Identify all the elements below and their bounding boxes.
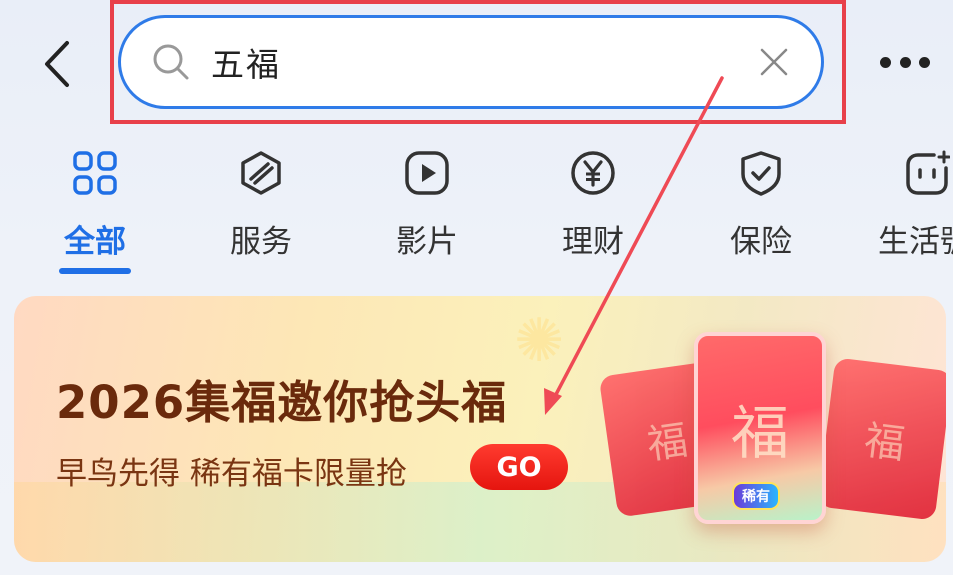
firework-icon: ✺ [514, 306, 565, 376]
tab-label: 影片 [396, 224, 458, 260]
tab-all[interactable]: 全部 [30, 148, 160, 261]
back-button[interactable] [34, 36, 78, 92]
play-icon [402, 148, 452, 198]
annotation-highlight-box [110, 0, 846, 124]
tab-video[interactable]: 影片 [362, 148, 492, 261]
tab-label: 生活號 [878, 224, 953, 260]
shield-check-icon [736, 148, 786, 198]
go-button[interactable]: GO [470, 444, 568, 490]
more-button[interactable] [880, 48, 930, 76]
active-tab-indicator [59, 268, 131, 274]
fu-card-text: 福 [730, 399, 789, 467]
banner-subtitle: 早鸟先得 稀有福卡限量抢 [56, 456, 407, 492]
tab-label: 保险 [730, 224, 792, 260]
dot-icon [899, 56, 911, 68]
fu-card-right: 福 [817, 357, 946, 521]
banner-title: 2026集福邀你抢头福 [56, 376, 508, 429]
tab-label: 全部 [64, 224, 126, 260]
face-plus-icon [902, 148, 952, 198]
category-tabs: 全部 服务 影片 理财 保险 生活 [0, 138, 953, 278]
tab-finance[interactable]: 理财 [528, 148, 658, 261]
fu-card-center[interactable]: 福 稀有 [694, 332, 826, 524]
dot-icon [880, 56, 891, 68]
grid-four-icon [70, 148, 120, 198]
tab-label: 服务 [230, 224, 292, 260]
tab-service[interactable]: 服务 [196, 148, 326, 261]
fu-card-text: 福 [861, 417, 908, 469]
service-cube-icon [236, 148, 286, 198]
dot-icon [919, 56, 930, 68]
tab-label: 理财 [562, 224, 624, 260]
chevron-left-icon [45, 41, 69, 87]
yen-icon [568, 148, 618, 198]
fu-card-text: 福 [644, 417, 691, 469]
promo-banner[interactable]: ✺ ✺ 2026集福邀你抢头福 早鸟先得 稀有福卡限量抢 GO 福 福 福 稀有 [14, 296, 946, 562]
rare-badge: 稀有 [732, 482, 780, 510]
tab-life[interactable]: 生活號 [862, 148, 953, 261]
tab-insurance[interactable]: 保险 [696, 148, 826, 261]
